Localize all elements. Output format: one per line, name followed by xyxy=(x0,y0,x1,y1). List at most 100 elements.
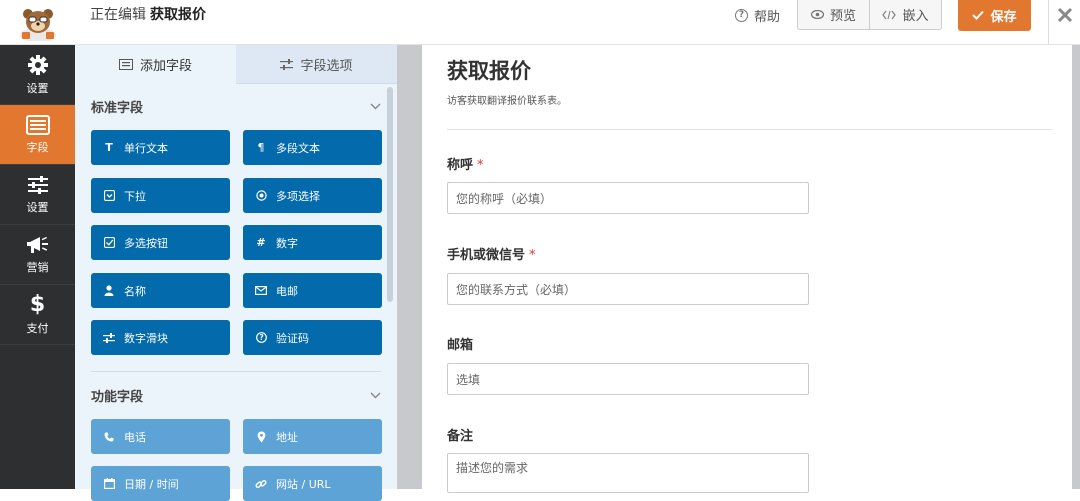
field-button-paragraph-text[interactable]: ¶ 多段文本 xyxy=(243,130,382,165)
field-label: 多项选择 xyxy=(276,189,320,203)
close-button[interactable] xyxy=(1048,0,1080,45)
megaphone-icon xyxy=(26,236,48,253)
eye-icon xyxy=(810,10,824,19)
placeholder-text: 您的称呼（必填） xyxy=(456,191,553,206)
fancy-fields-header[interactable]: 功能字段 xyxy=(91,384,381,406)
rail-item-setup[interactable]: 设置 xyxy=(0,45,75,105)
dollar-icon: $ xyxy=(29,291,46,317)
rail-item-settings[interactable]: 设置 xyxy=(0,165,75,225)
rail-item-payments[interactable]: $ 支付 xyxy=(0,285,75,345)
field-label-email[interactable]: 邮箱 xyxy=(447,334,473,353)
field-button-multiple-choice[interactable]: 多项选择 xyxy=(243,178,382,213)
field-label: 验证码 xyxy=(276,331,309,345)
form-description[interactable]: 访客获取翻译报价联系表。 xyxy=(447,92,567,107)
field-button-single-line-text[interactable]: T 单行文本 xyxy=(91,130,230,165)
tab-add-fields[interactable]: 添加字段 xyxy=(75,45,236,84)
field-label: 电话 xyxy=(124,430,146,444)
help-label: 帮助 xyxy=(754,10,781,25)
top-bar: 正在编辑 获取报价 ? 帮助 预览 嵌入 保存 xyxy=(0,0,1080,45)
wpforms-logo xyxy=(0,0,75,45)
field-label: 名称 xyxy=(124,284,146,298)
tab-field-options[interactable]: 字段选项 xyxy=(236,45,397,84)
link-icon xyxy=(255,478,267,490)
field-label: 下拉 xyxy=(124,189,146,203)
email-input[interactable]: 选填 xyxy=(447,363,809,395)
placeholder-text: 描述您的需求 xyxy=(456,461,529,475)
paragraph-icon: ¶ xyxy=(257,141,265,154)
field-button-phone[interactable]: 电话 xyxy=(91,419,230,454)
rail-label: 字段 xyxy=(26,140,49,154)
calendar-icon xyxy=(103,478,115,490)
field-label: 电邮 xyxy=(276,284,298,298)
field-button-captcha[interactable]: ? 验证码 xyxy=(243,320,382,355)
label-text: 备注 xyxy=(447,429,474,444)
sliders-icon xyxy=(280,58,294,70)
contact-input[interactable]: 您的联系方式（必填） xyxy=(447,273,809,305)
save-button[interactable]: 保存 xyxy=(958,0,1031,31)
label-text: 称呼 xyxy=(447,158,474,173)
checkmark-icon xyxy=(972,10,985,20)
placeholder-text: 您的联系方式（必填） xyxy=(456,282,577,297)
required-asterisk: * xyxy=(529,248,536,263)
rail-item-fields[interactable]: 字段 xyxy=(0,105,75,165)
field-label: 数字 xyxy=(276,236,298,250)
field-label: 多段文本 xyxy=(276,141,320,155)
field-label: 网站 / URL xyxy=(276,477,331,491)
form-preview: 获取报价 访客获取翻译报价联系表。 称呼 * 您的称呼（必填） 手机或微信号 * 您… xyxy=(422,45,1072,493)
dropdown-icon xyxy=(103,190,115,202)
fields-panel: 添加字段 字段选项 标准字段 T 单行文本 ¶ 多段文本 下拉 多项选择 多选按… xyxy=(75,45,397,501)
question-circle-icon: ? xyxy=(735,9,748,22)
field-button-email[interactable]: 电邮 xyxy=(243,273,382,308)
standard-fields-header[interactable]: 标准字段 xyxy=(91,95,381,117)
notes-textarea[interactable]: 描述您的需求 xyxy=(447,453,809,493)
field-button-dropdown[interactable]: 下拉 xyxy=(91,178,230,213)
field-button-number-slider[interactable]: 数字滑块 xyxy=(91,320,230,355)
embed-label: 嵌入 xyxy=(902,9,929,24)
map-pin-icon xyxy=(255,431,267,443)
field-button-name[interactable]: 名称 xyxy=(91,273,230,308)
field-label: 日期 / 时间 xyxy=(124,477,179,491)
fields-list-icon xyxy=(25,114,50,135)
rail-item-marketing[interactable]: 营销 xyxy=(0,225,75,285)
radio-icon xyxy=(255,190,267,202)
salutation-input[interactable]: 您的称呼（必填） xyxy=(447,182,809,214)
builder-sidebar: 设置 字段 设置 营销 $ 支付 xyxy=(0,45,75,489)
field-button-website-url[interactable]: 网站 / URL xyxy=(243,466,382,501)
field-button-date-time[interactable]: 日期 / 时间 xyxy=(91,466,230,501)
section-title: 标准字段 xyxy=(91,100,144,116)
code-icon xyxy=(882,10,897,19)
field-label-notes[interactable]: 备注 xyxy=(447,425,473,444)
help-link[interactable]: ? 帮助 xyxy=(735,0,780,31)
rail-label: 营销 xyxy=(26,260,49,274)
preview-button[interactable]: 预览 xyxy=(798,0,869,29)
rail-label: 设置 xyxy=(26,81,49,95)
svg-text:?: ? xyxy=(259,333,263,342)
sliders-icon xyxy=(27,175,48,194)
label-text: 手机或微信号 xyxy=(447,248,526,263)
required-asterisk: * xyxy=(477,158,484,173)
field-label-phone-wechat[interactable]: 手机或微信号 * xyxy=(447,244,536,263)
question-icon: ? xyxy=(255,332,267,344)
embed-button[interactable]: 嵌入 xyxy=(869,0,941,29)
user-icon xyxy=(103,285,115,297)
placeholder-text: 选填 xyxy=(456,372,481,387)
form-title[interactable]: 获取报价 xyxy=(447,55,531,85)
editing-title: 正在编辑 获取报价 xyxy=(90,0,206,31)
label-text: 邮箱 xyxy=(447,338,474,353)
preview-label: 预览 xyxy=(829,9,856,24)
field-label-salutation[interactable]: 称呼 * xyxy=(447,154,484,173)
field-button-address[interactable]: 地址 xyxy=(243,419,382,454)
slider-icon xyxy=(103,332,115,344)
field-button-checkboxes[interactable]: 多选按钮 xyxy=(91,225,230,260)
form-header-divider xyxy=(447,129,1052,130)
chevron-down-icon xyxy=(370,392,381,398)
panel-scrollbar[interactable] xyxy=(387,87,393,302)
list-icon xyxy=(118,59,133,70)
form-name: 获取报价 xyxy=(150,7,206,23)
field-label: 地址 xyxy=(276,430,298,444)
bear-logo-icon xyxy=(19,8,56,41)
section-title: 功能字段 xyxy=(91,389,144,405)
field-label: 数字滑块 xyxy=(124,331,168,345)
field-button-numbers[interactable]: # 数字 xyxy=(243,225,382,260)
panel-tabs: 添加字段 字段选项 xyxy=(75,45,397,84)
